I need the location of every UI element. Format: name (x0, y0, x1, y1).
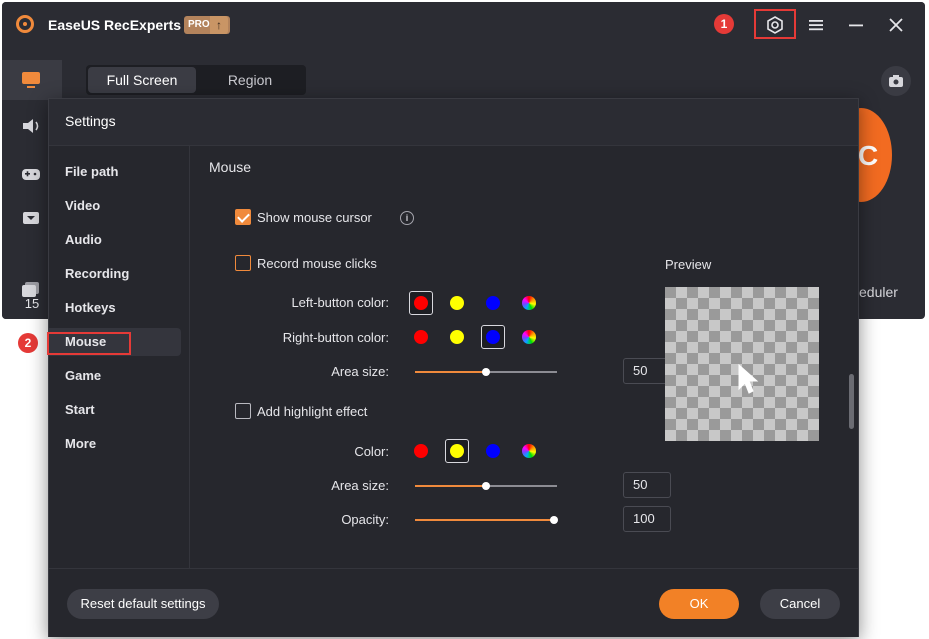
left-color-red-option[interactable] (409, 291, 433, 315)
monitor-icon (22, 72, 40, 88)
highlight-color-label: Color: (354, 444, 389, 459)
highlight-color-custom-option[interactable] (522, 444, 536, 458)
red-dot (414, 296, 428, 310)
click-area-size-thumb[interactable] (482, 368, 490, 376)
highlight-color-red-option[interactable] (414, 444, 428, 458)
reset-default-button[interactable]: Reset default settings (67, 589, 219, 619)
right-button-color-label: Right-button color: (282, 330, 389, 345)
right-color-red-option[interactable] (414, 330, 428, 344)
capture-mode-tabs: Full Screen Region (86, 65, 306, 95)
rec-button-label: C (858, 140, 879, 171)
nav-item-recording[interactable]: Recording (49, 260, 181, 288)
highlight-area-size-label: Area size: (331, 478, 389, 493)
left-color-yellow-option[interactable] (450, 296, 464, 310)
record-clicks-checkbox[interactable] (235, 255, 251, 271)
info-icon[interactable]: i (400, 211, 414, 225)
right-color-yellow-option[interactable] (450, 330, 464, 344)
title-bar: EaseUS RecExperts PRO ↑ 1 (2, 2, 925, 48)
nav-item-audio[interactable]: Audio (49, 226, 181, 254)
section-title: Mouse (209, 159, 252, 175)
highlight-area-size-input[interactable]: 50 (623, 472, 671, 498)
tab-region[interactable]: Region (196, 67, 304, 93)
tab-full-screen[interactable]: Full Screen (88, 67, 196, 93)
step-marker-1: 1 (714, 14, 734, 34)
right-color-custom-option[interactable] (522, 330, 536, 344)
yellow-dot (450, 444, 464, 458)
preview-canvas (665, 287, 819, 441)
opacity-fill (415, 519, 553, 521)
task-scheduler-label[interactable]: eduler (859, 284, 898, 300)
dialog-footer: Reset default settings OK Cancel (49, 568, 858, 637)
hamburger-menu-icon[interactable] (804, 13, 828, 37)
cancel-button[interactable]: Cancel (760, 589, 840, 619)
show-cursor-checkbox[interactable] (235, 209, 251, 225)
nav-item-game[interactable]: Game (49, 362, 181, 390)
highlight-area-size-thumb[interactable] (482, 482, 490, 490)
blue-dot (486, 330, 500, 344)
highlight-area-size-fill (415, 485, 486, 487)
settings-nav: File path Video Audio Recording Hotkeys … (49, 146, 190, 568)
show-cursor-label: Show mouse cursor (257, 210, 372, 225)
highlight-color-blue-option[interactable] (486, 444, 500, 458)
mouse-cursor-icon (738, 363, 759, 394)
highlight-checkbox[interactable] (235, 403, 251, 419)
upgrade-arrow-icon[interactable]: ↑ (210, 16, 228, 34)
ok-button[interactable]: OK (659, 589, 739, 619)
record-clicks-label: Record mouse clicks (257, 256, 377, 271)
nav-item-start[interactable]: Start (49, 396, 181, 424)
settings-scrollbar[interactable] (849, 374, 854, 429)
mouse-settings-panel: Mouse Show mouse cursor i Record mouse c… (190, 146, 858, 568)
close-icon[interactable] (884, 13, 908, 37)
opacity-input[interactable]: 100 (623, 506, 671, 532)
highlight-color-yellow-option[interactable] (445, 439, 469, 463)
nav-item-file-path[interactable]: File path (49, 158, 181, 186)
step-marker-2: 2 (18, 333, 38, 353)
settings-dialog: Settings File path Video Audio Recording… (48, 98, 859, 637)
dialog-title: Settings (65, 113, 116, 129)
nav-item-more[interactable]: More (49, 430, 181, 458)
click-area-size-fill (415, 371, 486, 373)
mouse-nav-highlight-box (47, 332, 131, 355)
left-color-custom-option[interactable] (522, 296, 536, 310)
left-button-color-label: Left-button color: (291, 295, 389, 310)
gamepad-icon (22, 169, 40, 180)
opacity-thumb[interactable] (550, 516, 558, 524)
right-color-blue-option[interactable] (481, 325, 505, 349)
click-area-size-input[interactable]: 50 (623, 358, 671, 384)
opacity-label: Opacity: (341, 512, 389, 527)
easeus-logo-icon (16, 15, 34, 33)
dropdown-icon (23, 212, 39, 224)
settings-highlight-box (754, 9, 796, 39)
dialog-header: Settings (49, 99, 858, 146)
click-area-size-label: Area size: (331, 364, 389, 379)
rail-item-screen[interactable] (2, 60, 62, 100)
app-title: EaseUS RecExperts (48, 17, 182, 33)
highlight-label: Add highlight effect (257, 404, 368, 419)
camera-icon[interactable] (881, 66, 911, 96)
nav-item-hotkeys[interactable]: Hotkeys (49, 294, 181, 322)
minimize-icon[interactable] (844, 13, 868, 37)
left-color-blue-option[interactable] (486, 296, 500, 310)
preview-label: Preview (665, 257, 712, 272)
speaker-icon (23, 119, 39, 133)
nav-item-video[interactable]: Video (49, 192, 181, 220)
